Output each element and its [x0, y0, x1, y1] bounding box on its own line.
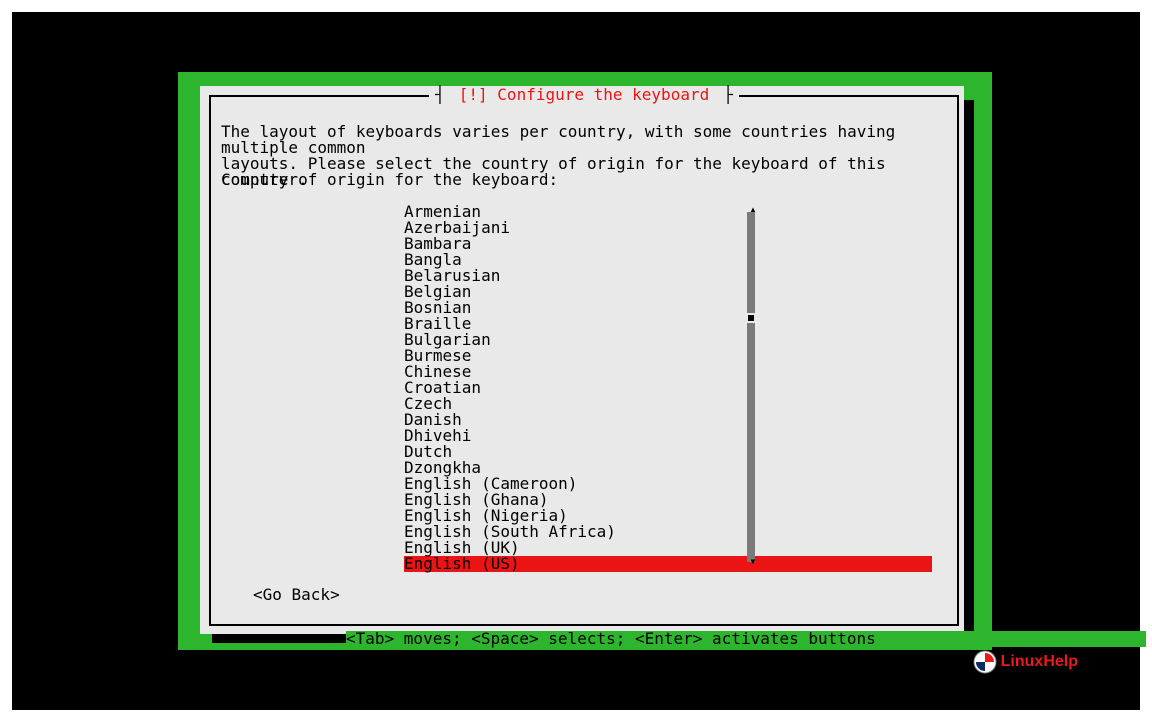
black-frame: ┤[!] Configure the keyboard├ The layout … — [12, 12, 1140, 710]
watermark-text: LinuxHelp — [1001, 654, 1078, 670]
watermark: LinuxHelp — [973, 650, 1078, 674]
help-bar: <Tab> moves; <Space> selects; <Enter> ac… — [346, 631, 1146, 647]
linux-help-logo-icon — [973, 650, 997, 674]
